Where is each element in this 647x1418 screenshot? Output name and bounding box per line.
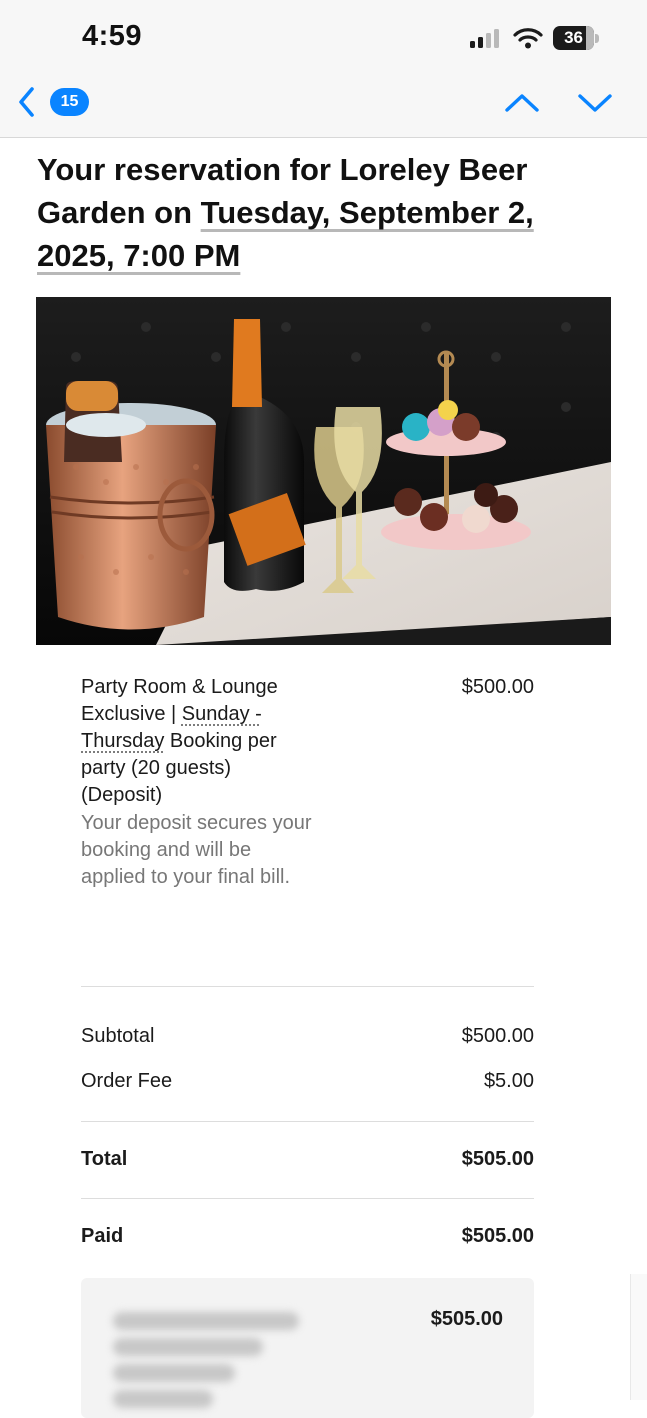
mail-toolbar: 15: [0, 78, 647, 136]
divider: [81, 1198, 534, 1199]
battery-icon: 36: [553, 26, 599, 50]
line-item-description: Your deposit secures your booking and wi…: [81, 812, 312, 888]
next-message-button[interactable]: [575, 88, 615, 118]
redacted-line: [113, 1390, 213, 1408]
payment-amount: $505.00: [430, 1308, 503, 1330]
paid-label: Paid: [81, 1225, 124, 1247]
total-value: $505.00: [461, 1148, 534, 1170]
hero-image: [36, 297, 611, 645]
champagne-cupcakes-photo: [36, 297, 611, 645]
chevron-up-icon: [505, 94, 539, 112]
email-headline: Your reservation for Loreley Beer Garden…: [37, 148, 597, 277]
order-fee-label: Order Fee: [81, 1070, 173, 1092]
divider: [81, 986, 534, 987]
battery-level: 36: [564, 28, 583, 47]
back-button[interactable]: 15: [14, 84, 89, 120]
subtotal-value: $500.00: [461, 1025, 534, 1047]
unread-count-badge: 15: [50, 88, 89, 116]
chevron-left-icon: [19, 87, 34, 117]
status-bar: 4:59 36: [0, 0, 647, 78]
redacted-line: [113, 1312, 299, 1330]
paid-value: $505.00: [461, 1225, 534, 1247]
order-fee-value: $5.00: [483, 1070, 534, 1092]
divider: [81, 1121, 534, 1122]
wifi-icon: [513, 28, 543, 49]
redacted-line: [113, 1364, 235, 1382]
subtotal-label: Subtotal: [81, 1025, 155, 1047]
chevron-down-icon: [578, 94, 612, 112]
cellular-signal-icon: [470, 29, 499, 48]
line-item-name: Party Room & Lounge Exclusive | Sunday -…: [81, 674, 311, 809]
total-label: Total: [81, 1148, 128, 1170]
previous-message-button[interactable]: [502, 88, 542, 118]
line-item-price: $500.00: [461, 676, 534, 698]
battery-tip: [595, 33, 599, 43]
scroll-edge: [630, 1274, 647, 1400]
status-icons: 36: [469, 26, 599, 50]
payment-method-card: $505.00: [81, 1278, 534, 1418]
redacted-line: [113, 1338, 263, 1356]
status-time: 4:59: [82, 20, 143, 52]
mail-header-area: 4:59 36 15: [0, 0, 647, 138]
battery-body: 36: [553, 26, 595, 50]
